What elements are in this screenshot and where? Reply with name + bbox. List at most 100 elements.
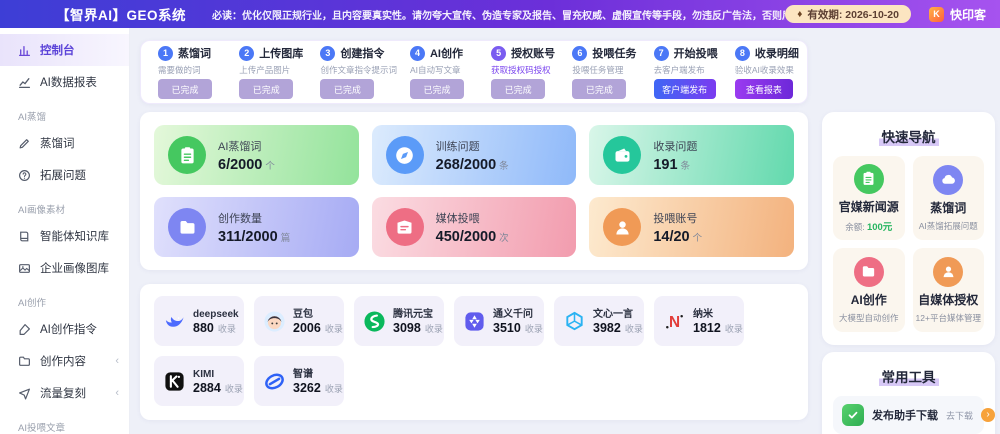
sidebar-item-distill-word[interactable]: 蒸馏词 bbox=[0, 127, 129, 159]
platform-tile[interactable]: deepseek 880 收录 bbox=[154, 296, 244, 346]
send-icon bbox=[18, 387, 31, 400]
doubao-logo bbox=[263, 310, 286, 333]
stat-label: 媒体投喂 bbox=[435, 212, 480, 225]
step-action-button[interactable]: 查看报表 bbox=[734, 79, 793, 99]
folder-fill-icon bbox=[853, 256, 884, 287]
platform-tile[interactable]: 通义千问 3510 收录 bbox=[454, 296, 544, 346]
sidebar-item-expand-question[interactable]: 拓展问题 bbox=[0, 159, 129, 191]
quick-nav-desc: 12+平台媒体管理 bbox=[915, 312, 981, 323]
stat-value: 268/2000 条 bbox=[435, 156, 509, 173]
stat-label: 收录问题 bbox=[653, 140, 698, 153]
balance-amount: 100元 bbox=[866, 221, 893, 233]
sidebar-item-label: 蒸馏词 bbox=[40, 138, 75, 150]
quick-nav-tile[interactable]: 蒸馏词 AI蒸馏拓展问题 bbox=[912, 156, 984, 240]
stat-tile[interactable]: 收录问题 191 条 bbox=[589, 125, 794, 185]
stat-unit: 个 bbox=[692, 232, 703, 244]
sidebar-section-label: AI蒸馏 bbox=[18, 112, 46, 123]
tool-item[interactable]: 发布助手下载 去下载 › bbox=[833, 396, 996, 434]
zhipu-logo bbox=[263, 370, 286, 393]
quick-nav-label: 自媒体授权 bbox=[918, 292, 979, 307]
sidebar-item-label: 智能体知识库 bbox=[40, 231, 109, 243]
sidebar-item-ai-report[interactable]: AI数据报表 bbox=[0, 66, 129, 98]
stat-tile[interactable]: AI蒸馏词 6/2000 个 bbox=[154, 125, 359, 185]
step-description[interactable]: 获取授权码授权 bbox=[491, 64, 559, 76]
deepseek-logo bbox=[163, 310, 186, 333]
stat-unit: 次 bbox=[499, 232, 509, 244]
step-description: 需要做的词 bbox=[158, 65, 201, 75]
check-icon bbox=[842, 404, 864, 426]
sidebar-item-create-content[interactable]: 创作内容 ‹ bbox=[0, 345, 129, 377]
step-number: 8 bbox=[734, 45, 750, 61]
tools-card: 常用工具 发布助手下载 去下载 › 授权账号 去授权 › bbox=[822, 352, 996, 434]
step-action-button[interactable]: 已完成 bbox=[239, 79, 294, 99]
platform-tile[interactable]: KIMI 2884 收录 bbox=[154, 356, 244, 406]
platform-tile[interactable]: 文心一言 3982 收录 bbox=[554, 296, 644, 346]
sidebar-section-label: AI画像素材 bbox=[18, 205, 65, 216]
sidebar-item-agent-knowledge[interactable]: 智能体知识库 bbox=[0, 220, 129, 252]
dashboard-icon bbox=[18, 44, 31, 57]
platform-tile[interactable]: 豆包 2006 收录 bbox=[254, 296, 344, 346]
step-action-button[interactable]: 已完成 bbox=[491, 79, 546, 99]
platform-count: 3262 收录 bbox=[293, 380, 343, 395]
step-action-button[interactable]: 已完成 bbox=[320, 79, 375, 99]
header-notice: 必读：优化仅限正规行业，且内容要真实性。请勿夸大宣传、伪造专家及报告、冒充权威、… bbox=[212, 10, 786, 22]
workflow-step: 1 蒸馏词 需要做的词 已完成 bbox=[145, 45, 226, 99]
platform-tile[interactable]: 腾讯元宝 3098 收录 bbox=[354, 296, 444, 346]
quick-nav-desc: AI蒸馏拓展问题 bbox=[918, 220, 978, 231]
sidebar-item-traffic-clone[interactable]: 流量复刻 ‹ bbox=[0, 377, 129, 409]
platform-name: deepseek bbox=[193, 308, 239, 320]
platform-count-suffix: 收录 bbox=[624, 323, 643, 334]
step-title: 开始投喂 bbox=[673, 48, 718, 60]
stat-unit: 条 bbox=[680, 160, 691, 172]
step-title: 授权账号 bbox=[511, 48, 556, 60]
platform-name: KIMI bbox=[193, 368, 215, 380]
step-action-button[interactable]: 已完成 bbox=[572, 79, 627, 99]
sidebar-item-console[interactable]: 控制台 bbox=[0, 34, 129, 66]
stat-tile[interactable]: 创作数量 311/2000 篇 bbox=[154, 197, 359, 257]
stat-value: 191 条 bbox=[653, 156, 691, 173]
stat-tile[interactable]: 训练问题 268/2000 条 bbox=[371, 125, 577, 185]
app-title: 【智界AI】GEO系统 bbox=[56, 8, 187, 23]
pencil-icon bbox=[18, 137, 31, 150]
platform-count-suffix: 收录 bbox=[217, 323, 236, 334]
question-icon bbox=[18, 169, 31, 182]
platform-count: 2884 收录 bbox=[193, 380, 243, 395]
go-arrow-icon[interactable]: › bbox=[981, 408, 996, 422]
step-number: 5 bbox=[491, 45, 507, 61]
quick-nav-tile[interactable]: AI创作 大模型自动创作 bbox=[833, 248, 905, 332]
stat-tile[interactable]: 投喂账号 14/20 个 bbox=[589, 197, 794, 257]
platform-count: 2006 收录 bbox=[293, 320, 343, 335]
validity-text: 有效期: 2026-10-20 bbox=[807, 8, 899, 21]
platform-tile[interactable]: N 纳米 1812 收录 bbox=[654, 296, 744, 346]
nami-logo: N bbox=[663, 310, 686, 333]
clipboard-icon bbox=[168, 136, 206, 174]
platform-count: 3098 收录 bbox=[393, 320, 443, 335]
workflow-step: 2 上传图库 上传产品图片 已完成 bbox=[226, 45, 307, 99]
quick-nav-tile[interactable]: 自媒体授权 12+平台媒体管理 bbox=[912, 248, 984, 332]
stat-unit: 条 bbox=[499, 160, 509, 172]
svg-text:N: N bbox=[669, 313, 680, 330]
step-description: 投喂任务管理 bbox=[572, 65, 624, 75]
sidebar-item-ai-create-command[interactable]: AI创作指令 bbox=[0, 313, 129, 345]
sidebar-item-enterprise-gallery[interactable]: 企业画像图库 bbox=[0, 252, 129, 284]
quick-nav-desc: 余额: 100元 bbox=[845, 221, 893, 233]
tools-title: 常用工具 bbox=[878, 366, 939, 386]
step-number: 1 bbox=[158, 45, 173, 61]
stat-tile[interactable]: 媒体投喂 450/2000 次 bbox=[371, 197, 577, 257]
step-description: 创作文章指令提示词 bbox=[320, 65, 397, 75]
platform-count-suffix: 收录 bbox=[724, 323, 743, 334]
step-number: 3 bbox=[320, 45, 336, 61]
sidebar: 控制台 AI数据报表 AI蒸馏 蒸馏词 拓展问题 AI画像素材 智能体知识库 企… bbox=[0, 28, 130, 434]
step-action-button[interactable]: 客户端发布 bbox=[653, 79, 716, 99]
step-action-button[interactable]: 已完成 bbox=[409, 79, 464, 99]
step-action-button[interactable]: 已完成 bbox=[158, 79, 212, 99]
kuaiyinke-logo-icon: K bbox=[928, 6, 944, 22]
sidebar-item-label: 控制台 bbox=[40, 45, 75, 57]
quick-nav-tile[interactable]: 官媒新闻源 余额: 100元 bbox=[833, 156, 905, 240]
workflow-step: 7 开始投喂 去客户端发布 客户端发布 bbox=[641, 45, 722, 99]
validity-badge: ♦ 有效期: 2026-10-20 bbox=[785, 5, 911, 23]
account-icon bbox=[603, 208, 642, 246]
platform-tile[interactable]: 智谱 3262 收录 bbox=[254, 356, 344, 406]
stat-value: 6/2000 个 bbox=[218, 156, 275, 173]
qianwen-logo bbox=[463, 310, 486, 333]
